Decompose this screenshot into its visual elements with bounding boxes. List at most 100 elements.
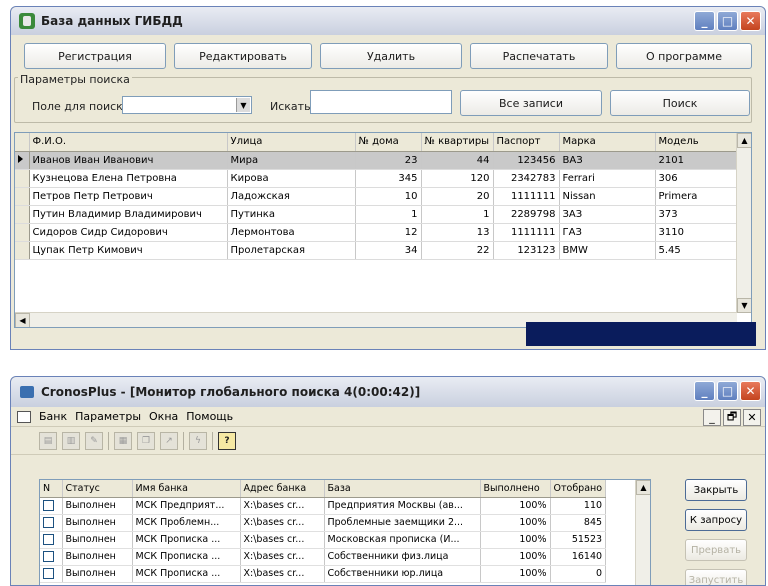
print-button[interactable]: Распечатать [470, 43, 608, 69]
row-checkbox[interactable] [43, 551, 54, 562]
table-cell[interactable]: 100% [480, 565, 551, 583]
table-cell[interactable]: 1111111 [493, 187, 560, 206]
column-header[interactable]: Отобрано [550, 480, 607, 498]
row-checkbox-cell[interactable] [40, 531, 63, 549]
table-cell[interactable]: Московская прописка (И... [324, 531, 481, 549]
table-cell[interactable]: 110 [550, 497, 607, 515]
table-cell[interactable]: 44 [421, 151, 494, 170]
launch-button[interactable]: Запустить [685, 569, 747, 585]
column-header[interactable]: Выполнено [480, 480, 551, 498]
menu-item-bank[interactable]: Банк [39, 410, 67, 423]
all-records-button[interactable]: Все записи [460, 90, 602, 116]
scroll-up-icon[interactable]: ▲ [737, 133, 751, 148]
row-checkbox[interactable] [43, 517, 54, 528]
title-bar[interactable]: CronosPlus - [Монитор глобального поиска… [11, 377, 765, 407]
row-checkbox-cell[interactable] [40, 497, 63, 515]
row-checkbox[interactable] [43, 568, 54, 579]
table-cell[interactable]: 22 [421, 241, 494, 260]
scroll-down-icon[interactable]: ▼ [737, 298, 751, 313]
row-checkbox-cell[interactable] [40, 565, 63, 583]
menu-item-params[interactable]: Параметры [75, 410, 141, 423]
table-cell[interactable]: 16140 [550, 548, 607, 566]
table-cell[interactable]: X:\bases cr... [240, 548, 325, 566]
column-header[interactable]: Статус [62, 480, 133, 498]
table-row[interactable]: Выполнен МСК Прописка ... X:\bases cr...… [40, 531, 607, 549]
table-cell[interactable]: Сидоров Сидр Сидорович [29, 223, 228, 242]
table-cell[interactable]: 5.45 [655, 241, 738, 260]
table-cell[interactable]: МСК Прописка ... [132, 531, 241, 549]
minimize-button[interactable]: _ [694, 11, 715, 31]
close-button[interactable]: ✕ [740, 11, 761, 31]
interrupt-button[interactable]: Прервать [685, 539, 747, 561]
table-cell[interactable]: 123123 [493, 241, 560, 260]
save-all-icon[interactable]: ▥ [62, 431, 80, 450]
table-cell[interactable]: 23 [355, 151, 422, 170]
delete-button[interactable]: Удалить [320, 43, 462, 69]
column-header[interactable]: N [40, 480, 63, 498]
column-header[interactable]: Паспорт [493, 133, 560, 152]
table-row[interactable]: Выполнен МСК Прописка ... X:\bases cr...… [40, 565, 607, 583]
maximize-button[interactable]: □ [717, 381, 738, 401]
table-cell[interactable]: X:\bases cr... [240, 565, 325, 583]
scroll-up-icon[interactable]: ▲ [636, 480, 650, 495]
table-cell[interactable]: 100% [480, 514, 551, 532]
table-row[interactable]: Цупак Петр Кимович Пролетарская 34 22 12… [15, 241, 738, 260]
lightning-icon[interactable]: ϟ [189, 431, 207, 450]
close-button[interactable]: ✕ [740, 381, 761, 401]
table-row[interactable]: Иванов Иван Иванович Мира 23 44 123456 В… [15, 151, 738, 170]
table-cell[interactable]: Проблемные заемщики 2... [324, 514, 481, 532]
table-cell[interactable]: 2289798 [493, 205, 560, 224]
table-cell[interactable]: 100% [480, 548, 551, 566]
maximize-button[interactable]: □ [717, 11, 738, 31]
column-header[interactable]: Марка [559, 133, 656, 152]
find-button[interactable]: Поиск [610, 90, 750, 116]
table-row[interactable]: Путин Владимир Владимирович Путинка 1 1 … [15, 205, 738, 224]
search-field-combo[interactable]: ▼ [122, 96, 252, 114]
table-row[interactable]: Сидоров Сидр Сидорович Лермонтова 12 13 … [15, 223, 738, 242]
table-cell[interactable]: Кузнецова Елена Петровна [29, 169, 228, 188]
table-cell[interactable]: X:\bases cr... [240, 531, 325, 549]
table-cell[interactable]: 3110 [655, 223, 738, 242]
table-cell[interactable]: Пролетарская [227, 241, 356, 260]
table-cell[interactable]: Путин Владимир Владимирович [29, 205, 228, 224]
row-checkbox[interactable] [43, 500, 54, 511]
table-cell[interactable]: 1 [421, 205, 494, 224]
edit-icon[interactable]: ✎ [85, 431, 103, 450]
table-cell[interactable]: Собственники юр.лица [324, 565, 481, 583]
table-cell[interactable]: 34 [355, 241, 422, 260]
table-cell[interactable]: Выполнен [62, 548, 133, 566]
about-button[interactable]: О программе [616, 43, 752, 69]
search-input[interactable] [310, 90, 452, 114]
vehicles-table[interactable]: Ф.И.О. Улица № дома № квартиры Паспорт М… [14, 132, 752, 328]
to-query-button[interactable]: К запросу [685, 509, 747, 531]
table-cell[interactable]: ЗАЗ [559, 205, 656, 224]
table-cell[interactable]: Мира [227, 151, 356, 170]
search-results-table[interactable]: N Статус Имя банка Адрес банка База Выпо… [39, 479, 651, 585]
table-cell[interactable]: Иванов Иван Иванович [29, 151, 228, 170]
table-cell[interactable]: ГАЗ [559, 223, 656, 242]
row-checkbox[interactable] [43, 534, 54, 545]
table-row[interactable]: Выполнен МСК Проблемн... X:\bases cr... … [40, 514, 607, 532]
table-cell[interactable]: 100% [480, 497, 551, 515]
chevron-down-icon[interactable]: ▼ [236, 98, 250, 112]
table-cell[interactable]: 2101 [655, 151, 738, 170]
table-cell[interactable]: Кирова [227, 169, 356, 188]
minimize-button[interactable]: _ [694, 381, 715, 401]
menu-item-windows[interactable]: Окна [149, 410, 178, 423]
menu-item-help[interactable]: Помощь [186, 410, 233, 423]
vertical-scrollbar[interactable]: ▲ ▼ [736, 133, 751, 313]
row-checkbox-cell[interactable] [40, 514, 63, 532]
table-cell[interactable]: 845 [550, 514, 607, 532]
column-header[interactable]: Улица [227, 133, 356, 152]
edit-button[interactable]: Редактировать [174, 43, 312, 69]
row-checkbox-cell[interactable] [40, 548, 63, 566]
title-bar[interactable]: База данных ГИБДД _ □ ✕ [11, 7, 765, 35]
close-monitor-button[interactable]: Закрыть [685, 479, 747, 501]
help-icon[interactable]: ? [218, 431, 236, 450]
table-cell[interactable]: Лермонтова [227, 223, 356, 242]
table-cell[interactable]: 13 [421, 223, 494, 242]
table-cell[interactable]: ВАЗ [559, 151, 656, 170]
column-header[interactable]: № квартиры [421, 133, 494, 152]
table-cell[interactable]: 345 [355, 169, 422, 188]
table-cell[interactable]: МСК Проблемн... [132, 514, 241, 532]
